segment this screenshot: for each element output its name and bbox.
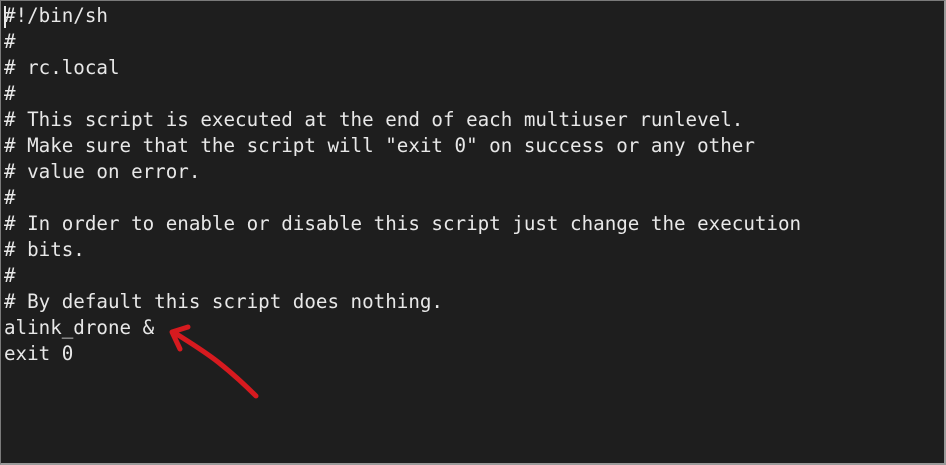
code-line-1-text: #!/bin/sh <box>4 4 108 27</box>
code-line-7: # value on error. <box>4 160 201 183</box>
code-line-8: # <box>4 186 16 209</box>
code-line-9: # In order to enable or disable this scr… <box>4 212 802 235</box>
code-line-11: # <box>4 264 16 287</box>
code-line-6: # Make sure that the script will "exit 0… <box>4 134 755 157</box>
code-line-10: # bits. <box>4 238 85 261</box>
code-line-14: exit 0 <box>4 342 74 365</box>
code-line-4: # <box>4 82 16 105</box>
terminal-window: #!/bin/sh # # rc.local # # This script i… <box>0 0 946 465</box>
file-content[interactable]: #!/bin/sh # # rc.local # # This script i… <box>4 3 801 367</box>
code-line-13: alink_drone & <box>4 316 155 339</box>
code-line-3: # rc.local <box>4 56 120 79</box>
code-line-1: #!/bin/sh <box>4 3 801 29</box>
code-line-2: # <box>4 30 16 53</box>
code-line-5: # This script is executed at the end of … <box>4 108 744 131</box>
code-line-12: # By default this script does nothing. <box>4 290 443 313</box>
